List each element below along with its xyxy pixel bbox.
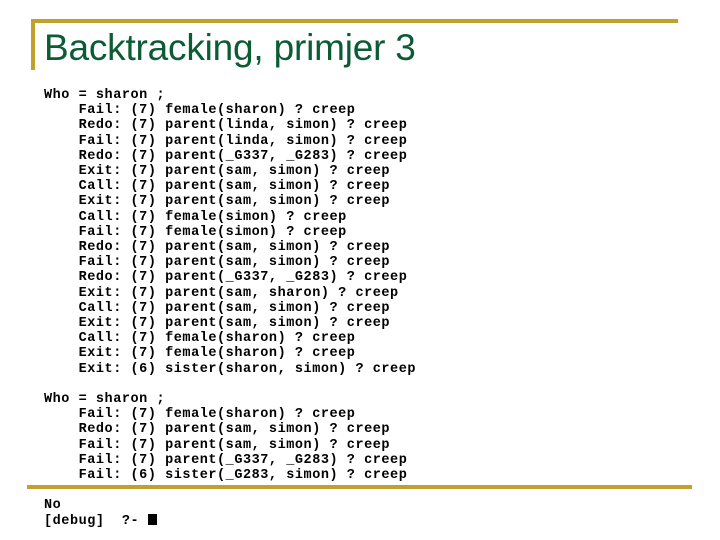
console-trace-line: Fail: (7) parent(_G337, _G283) ? creep: [44, 452, 408, 468]
console-trace-line: Redo: (7) parent(sam, simon) ? creep: [44, 422, 391, 438]
console-trace-line: Call: (7) parent(sam, simon) ? creep: [44, 300, 391, 316]
console-trace-line: Who = sharon ;: [44, 88, 166, 103]
console-prompt-label: [debug] ?-: [44, 513, 148, 529]
console-trace-line: Redo: (7) parent(sam, simon) ? creep: [44, 240, 391, 256]
console-trace-line: No: [44, 498, 62, 514]
console-trace-line: Exit: (7) parent(sam, simon) ? creep: [44, 316, 391, 332]
console-trace-line: Fail: (6) sister(_G283, simon) ? creep: [44, 468, 408, 484]
console-trace-line: Call: (7) parent(sam, simon) ? creep: [44, 179, 391, 195]
console-trace-line: Fail: (7) female(simon) ? creep: [44, 224, 347, 240]
console-trace-line: Redo: (7) parent(linda, simon) ? creep: [44, 118, 408, 134]
console-prompt-line[interactable]: [debug] ?-: [44, 513, 684, 529]
title-top-rule-decoration: [31, 19, 678, 23]
console-trace-line: Fail: (7) parent(sam, simon) ? creep: [44, 437, 391, 453]
console-trace-line: Fail: (7) parent(sam, simon) ? creep: [44, 255, 391, 271]
console-trace-line: Exit: (6) sister(sharon, simon) ? creep: [44, 361, 417, 377]
console-trace-line: Exit: (7) parent(sam, simon) ? creep: [44, 194, 391, 210]
console-trace-line: Call: (7) female(simon) ? creep: [44, 209, 347, 225]
console-trace-line: Redo: (7) parent(_G337, _G283) ? creep: [44, 270, 408, 286]
prolog-trace-console: Who = sharon ; Fail: (7) female(sharon) …: [44, 88, 684, 529]
console-trace-line: Redo: (7) parent(_G337, _G283) ? creep: [44, 148, 408, 164]
console-trace-line: Exit: (7) parent(sam, sharon) ? creep: [44, 285, 399, 301]
console-trace-line: Exit: (7) female(sharon) ? creep: [44, 346, 356, 362]
title-left-rule-decoration: [31, 19, 35, 70]
console-trace-line: Fail: (7) parent(linda, simon) ? creep: [44, 133, 408, 149]
console-trace-line: Fail: (7) female(sharon) ? creep: [44, 103, 356, 119]
page-title: Backtracking, primjer 3: [44, 27, 416, 68]
slide: Backtracking, primjer 3 Who = sharon ; F…: [0, 0, 720, 540]
console-trace-line: Exit: (7) parent(sam, simon) ? creep: [44, 164, 391, 180]
console-trace-line: Call: (7) female(sharon) ? creep: [44, 331, 356, 347]
block-cursor-icon: [147, 513, 157, 525]
footer-rule-decoration: [27, 485, 692, 489]
console-trace-line: Who = sharon ;: [44, 392, 166, 408]
console-trace-line: Fail: (7) female(sharon) ? creep: [44, 407, 356, 423]
